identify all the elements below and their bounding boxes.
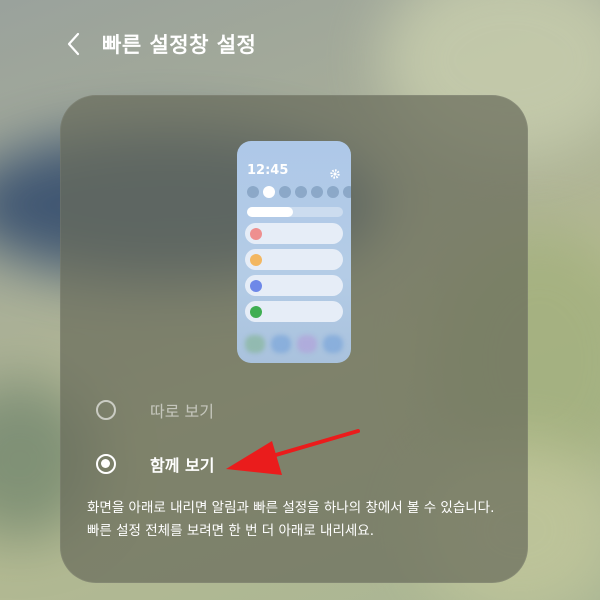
quick-toggle [311, 186, 323, 198]
quick-toggle [295, 186, 307, 198]
quick-panel-preview: 12:45 [237, 141, 351, 363]
option-separate-view[interactable]: 따로 보기 [96, 395, 214, 425]
brightness-slider-fill [247, 207, 294, 217]
option-label: 함께 보기 [150, 456, 215, 475]
app-icon [250, 279, 262, 292]
notification-item [245, 223, 343, 244]
notification-item [245, 275, 343, 296]
radio-button-selected[interactable] [96, 454, 116, 474]
quick-toggle [343, 186, 351, 198]
option-combined-view[interactable]: 함께 보기 [96, 449, 214, 479]
notification-item [245, 249, 343, 270]
blurred-item [245, 335, 265, 353]
app-icon [250, 305, 262, 318]
header: 빠른 설정창 설정 [66, 26, 256, 62]
screen: 빠른 설정창 설정 12:45 따로 보기 함께 보기 화면을 아래로 내리면 … [0, 0, 600, 600]
quick-toggle-row [247, 186, 351, 198]
quick-toggle [247, 186, 259, 198]
blurred-item [271, 335, 291, 353]
app-icon [250, 227, 262, 240]
quick-toggle [327, 186, 339, 198]
blurred-item [297, 335, 317, 353]
red-arrow-annotation [226, 429, 360, 475]
blurred-item [323, 335, 343, 353]
view-mode-options: 따로 보기 함께 보기 [96, 395, 214, 503]
description-text: 화면을 아래로 내리면 알림과 빠른 설정을 하나의 창에서 볼 수 있습니다.… [87, 500, 495, 539]
gear-icon [329, 165, 341, 179]
quick-toggle [279, 186, 291, 198]
radio-button[interactable] [96, 400, 116, 420]
page-title: 빠른 설정창 설정 [102, 33, 257, 57]
quick-toggle [263, 186, 275, 198]
app-icon [250, 253, 262, 266]
option-label: 따로 보기 [150, 402, 214, 421]
notification-list [245, 223, 343, 327]
preview-time: 12:45 [247, 163, 289, 178]
blurred-bottom-row [245, 335, 343, 353]
settings-panel: 12:45 따로 보기 함께 보기 화면을 아래로 내리면 알림과 빠른 설정을… [60, 95, 528, 583]
brightness-slider [247, 207, 343, 217]
chevron-left-icon[interactable] [66, 26, 88, 62]
notification-item [245, 301, 343, 322]
